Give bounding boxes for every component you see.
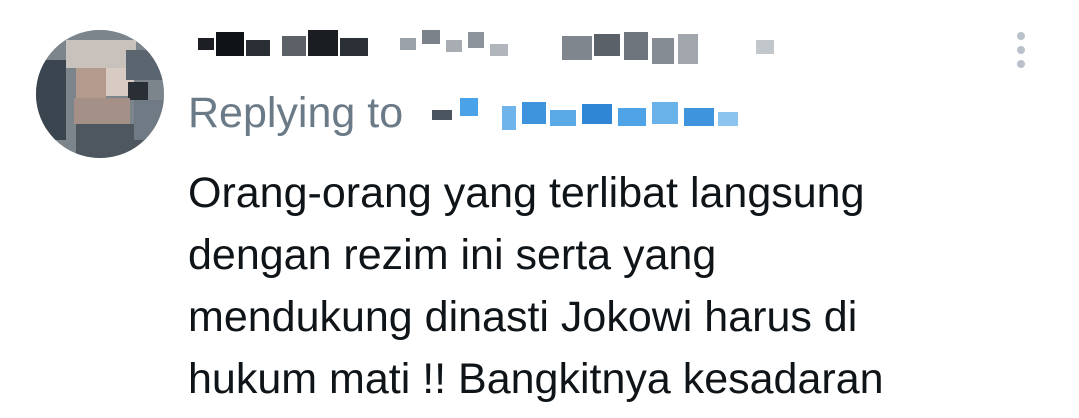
avatar[interactable] (36, 30, 164, 158)
tweet-text-line: dengan rezim ini serta yang (188, 231, 717, 279)
tweet-text-line: hukum mati !! Bangkitnya kesadaran (188, 355, 884, 403)
more-vertical-icon[interactable] (1006, 28, 1036, 72)
more-dot (1017, 46, 1025, 54)
reply-mention-redacted[interactable] (432, 92, 750, 134)
tweet-reply: Replying to Orang-orang yang terlibat la… (0, 0, 1079, 418)
more-dot (1017, 60, 1025, 68)
author-name-redacted[interactable] (190, 20, 910, 80)
replying-to-label: Replying to (188, 89, 404, 137)
tweet-text-line: Orang-orang yang terlibat langsung (188, 169, 865, 217)
tweet-text-line: mendukung dinasti Jokowi harus di (188, 293, 858, 341)
more-dot (1017, 32, 1025, 40)
tweet-text: Orang-orang yang terlibat langsung denga… (188, 162, 1058, 410)
